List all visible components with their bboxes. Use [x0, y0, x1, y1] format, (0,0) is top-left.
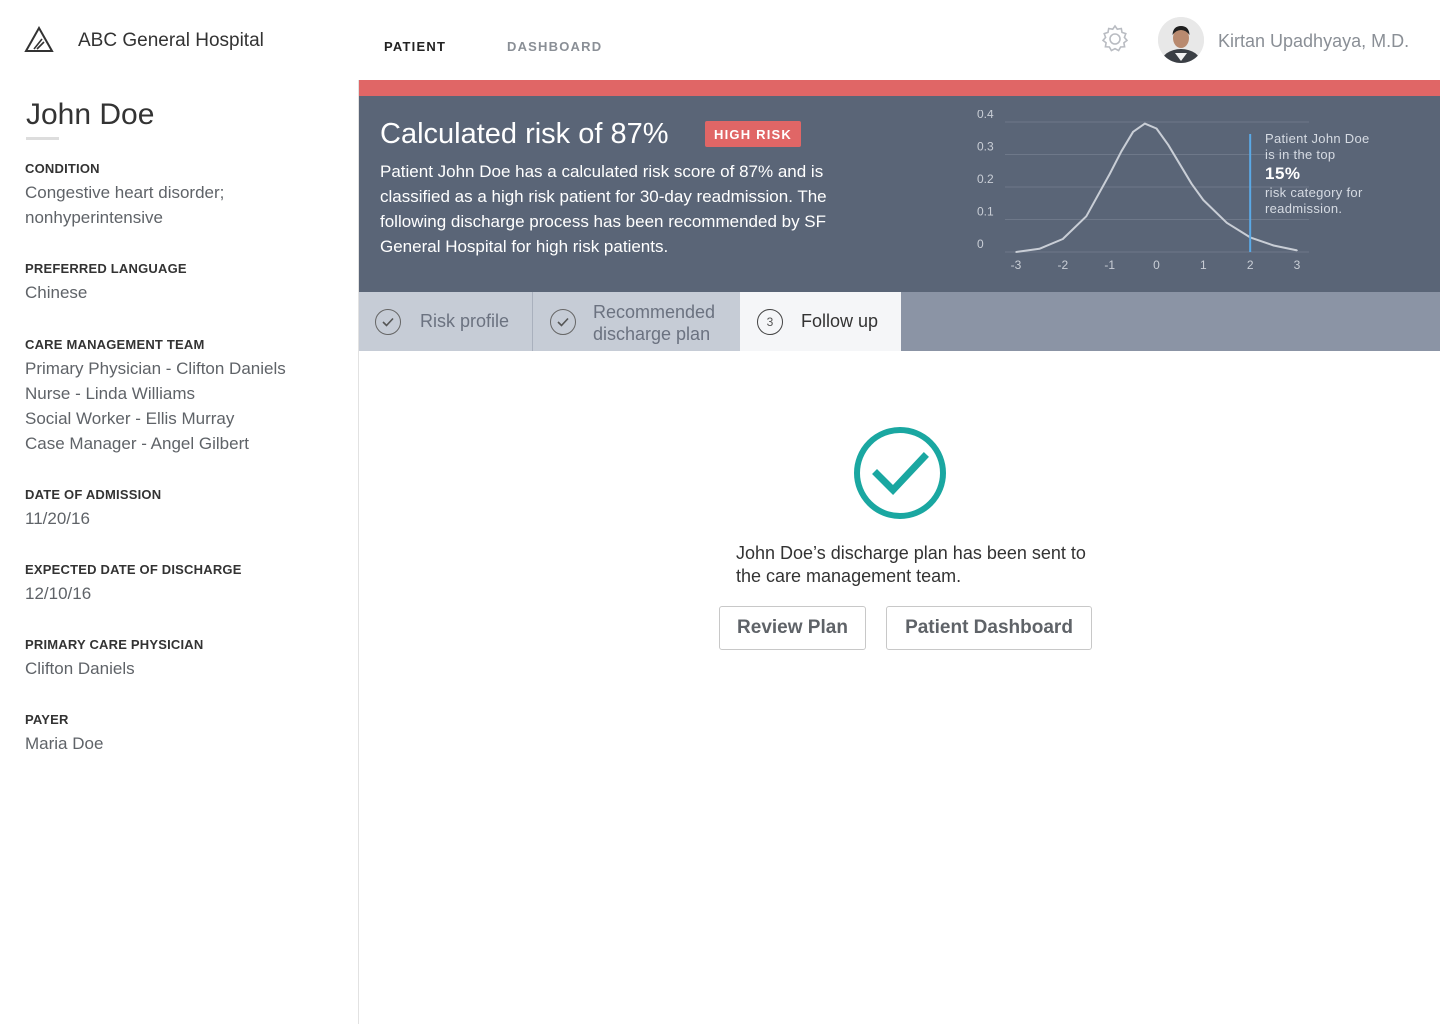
- risk-annotation: Patient John Doe is in the top 15% risk …: [1265, 131, 1415, 216]
- field-value: 11/20/16: [25, 509, 90, 528]
- x-tick-label: -1: [1104, 258, 1115, 272]
- annotation-line: readmission.: [1265, 200, 1343, 216]
- field-payer: PAYER Maria Doe: [25, 712, 103, 756]
- x-tick-label: -3: [1011, 258, 1022, 272]
- patient-name: John Doe: [26, 98, 155, 131]
- tab-dashboard[interactable]: DASHBOARD: [507, 39, 602, 54]
- field-pcp: PRIMARY CARE PHYSICIAN Clifton Daniels: [25, 637, 203, 681]
- field-value: Maria Doe: [25, 734, 104, 753]
- x-tick-label: 2: [1247, 258, 1254, 272]
- step-risk-profile[interactable]: Risk profile: [359, 292, 533, 351]
- y-tick-label: 0: [977, 237, 984, 251]
- condition-line: Congestive heart disorder;: [25, 183, 225, 202]
- data-point: [1225, 221, 1228, 224]
- risk-badge: HIGH RISK: [705, 121, 801, 147]
- data-point: [1167, 143, 1170, 146]
- data-point: [1038, 247, 1041, 250]
- field-value: 12/10/16: [25, 584, 92, 603]
- field-value: Primary Physician - Clifton Daniels Nurs…: [25, 356, 286, 456]
- step-label-line: discharge plan: [593, 324, 711, 344]
- field-label: DATE OF ADMISSION: [25, 487, 162, 502]
- x-tick-label: 0: [1153, 258, 1160, 272]
- data-point: [1015, 251, 1017, 253]
- data-point: [1143, 122, 1146, 125]
- field-label: PAYER: [25, 712, 69, 727]
- step-tabs: Risk profile Recommended discharge plan …: [359, 292, 1440, 351]
- step-discharge-plan[interactable]: Recommended discharge plan: [533, 292, 740, 351]
- field-language: PREFERRED LANGUAGE Chinese: [25, 261, 187, 305]
- data-point: [1085, 215, 1088, 218]
- field-value: Chinese: [25, 283, 88, 302]
- data-point: [1202, 199, 1205, 201]
- y-tick-label: 0.2: [977, 172, 994, 186]
- care-team-member: Nurse - Linda Williams: [25, 384, 196, 403]
- x-tick-label: 3: [1294, 258, 1301, 272]
- tab-patient[interactable]: PATIENT: [384, 39, 446, 54]
- data-point: [1062, 238, 1064, 240]
- field-label: CONDITION: [25, 161, 100, 176]
- care-team-member: Primary Physician - Clifton Daniels: [25, 359, 286, 378]
- data-point: [1108, 173, 1111, 175]
- field-discharge: EXPECTED DATE OF DISCHARGE 12/10/16: [25, 562, 242, 606]
- field-admission: DATE OF ADMISSION 11/20/16: [25, 487, 161, 531]
- field-label: PREFERRED LANGUAGE: [25, 261, 187, 276]
- check-circle-icon: [550, 309, 576, 335]
- step-number-icon: 3: [757, 309, 783, 335]
- step-label: Risk profile: [420, 311, 510, 331]
- top-bar: ABC General Hospital PATIENT DASHBOARD K…: [0, 0, 1440, 80]
- patient-dashboard-button[interactable]: Patient Dashboard: [886, 606, 1092, 650]
- step-label-line: Recommended: [593, 302, 716, 322]
- review-plan-button[interactable]: Review Plan: [719, 606, 866, 650]
- risk-description: Patient John Doe has a calculated risk s…: [380, 162, 827, 256]
- check-circle-icon: [375, 309, 401, 335]
- data-point: [1179, 163, 1181, 166]
- condition-line: nonhyperintensive: [25, 208, 163, 227]
- annotation-line: is in the top: [1265, 146, 1336, 162]
- risk-color-strip: [359, 80, 1440, 96]
- care-team-member: Case Manager - Angel Gilbert: [25, 434, 249, 453]
- risk-title: Calculated risk of 87%: [380, 118, 669, 150]
- triangle-logo-icon[interactable]: [24, 26, 54, 54]
- step-label: Follow up: [801, 311, 879, 331]
- y-tick-label: 0.3: [977, 140, 994, 154]
- annotation-line: Patient John Doe: [1265, 131, 1370, 146]
- name-underline: [26, 137, 59, 140]
- step-label: Recommended discharge plan: [593, 301, 715, 345]
- data-point: [1155, 127, 1158, 130]
- patient-sidebar: John Doe CONDITION Congestive heart diso…: [0, 80, 359, 1024]
- annotation-percent: 15%: [1265, 164, 1301, 183]
- annotation-line: risk category for: [1265, 185, 1363, 200]
- field-label: EXPECTED DATE OF DISCHARGE: [25, 562, 242, 577]
- check-circle-icon: [854, 427, 946, 519]
- gear-icon[interactable]: [1099, 23, 1131, 55]
- field-value: Congestive heart disorder; nonhyperinten…: [25, 180, 224, 230]
- y-tick-label: 0.4: [977, 110, 994, 121]
- y-tick-label: 0.1: [977, 205, 994, 219]
- field-label: PRIMARY CARE PHYSICIAN: [25, 637, 204, 652]
- avatar[interactable]: [1158, 17, 1204, 63]
- step-follow-up[interactable]: 3 Follow up: [740, 292, 901, 351]
- data-point: [1120, 150, 1123, 153]
- field-condition: CONDITION Congestive heart disorder; non…: [25, 161, 224, 230]
- success-message: John Doe’s discharge plan has been sent …: [736, 543, 1086, 586]
- x-tick-label: -2: [1057, 258, 1068, 272]
- hospital-name: ABC General Hospital: [78, 30, 264, 51]
- data-point: [1132, 130, 1134, 133]
- field-care-team: CARE MANAGEMENT TEAM Primary Physician -…: [25, 337, 286, 456]
- data-point: [1190, 182, 1193, 185]
- field-value: Clifton Daniels: [25, 659, 135, 678]
- field-label: CARE MANAGEMENT TEAM: [25, 337, 205, 352]
- x-tick-label: 1: [1200, 258, 1207, 272]
- data-point: [1296, 249, 1298, 252]
- care-team-member: Social Worker - Ellis Murray: [25, 409, 235, 428]
- series-line: [1015, 122, 1298, 253]
- user-name[interactable]: Kirtan Upadhyaya, M.D.: [1218, 31, 1409, 52]
- data-point: [1272, 244, 1275, 247]
